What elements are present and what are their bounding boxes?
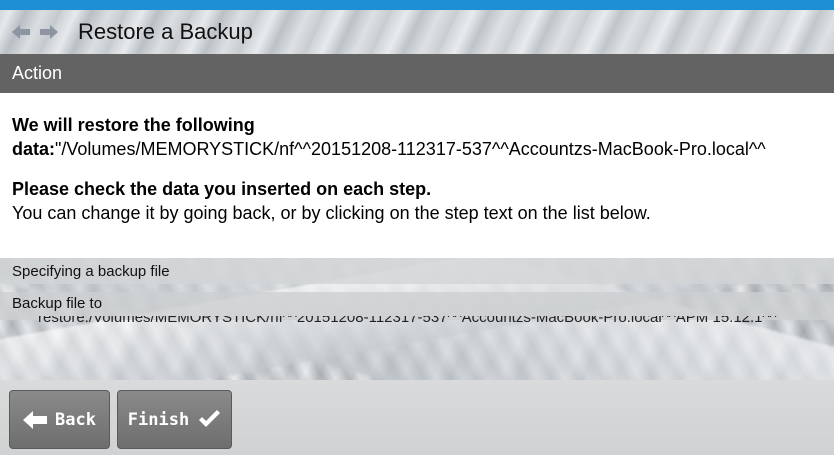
check-heading: Please check the data you inserted on ea… [12, 179, 432, 199]
nav-forward-arrow-icon[interactable] [40, 25, 58, 39]
step-label: Specifying a backup file [12, 262, 170, 280]
restore-path: "/Volumes/MEMORYSTICK/nf^^20151208-11231… [55, 139, 766, 159]
summary-panel: We will restore the following data:"/Vol… [0, 93, 834, 258]
nav-back-arrow-icon[interactable] [12, 25, 30, 39]
section-header-action: Action [0, 54, 834, 93]
arrow-left-icon [23, 410, 48, 429]
finish-button[interactable]: Finish [117, 390, 232, 449]
finish-button-label: Finish [127, 409, 190, 430]
step-detail-label: Backup file to [12, 295, 103, 312]
checkmark-icon [197, 409, 221, 430]
page-title: Restore a Backup [78, 19, 253, 44]
title-bar: Restore a Backup [0, 10, 834, 54]
step-specifying-backup-file[interactable]: Specifying a backup file [0, 258, 834, 284]
top-accent-stripe [0, 0, 834, 10]
back-button[interactable]: Back [9, 390, 110, 449]
restore-summary: We will restore the following data:"/Vol… [12, 113, 822, 161]
step-detail-value: restore:/Volumes/MEMORYSTICK/nf^^2015120… [38, 316, 777, 326]
back-button-label: Back [55, 409, 96, 430]
check-instructions: You can change it by going back, or by c… [12, 203, 651, 223]
